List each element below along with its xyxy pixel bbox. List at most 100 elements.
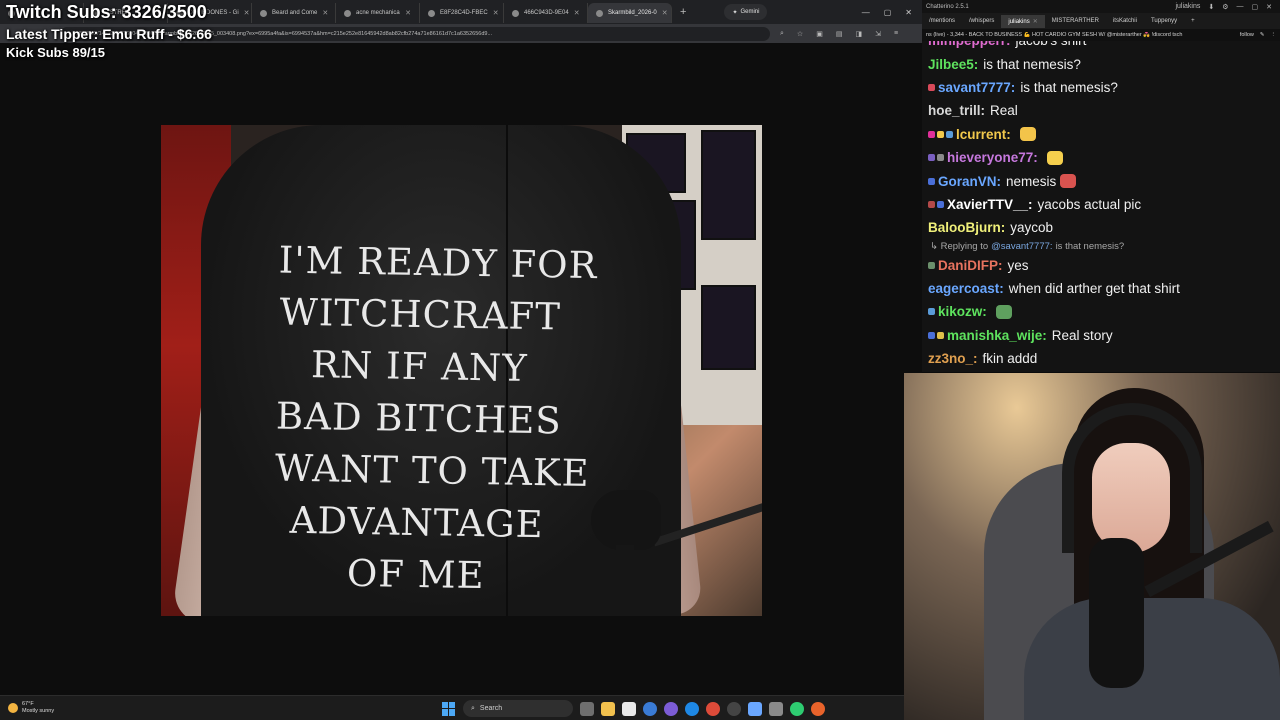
add-tab-button[interactable]: +: [1184, 15, 1202, 27]
badge-icon[interactable]: [928, 130, 935, 138]
chat-message[interactable]: hoe_trill: Real: [928, 99, 1280, 122]
windows-start-icon[interactable]: [442, 701, 456, 716]
settings-icon[interactable]: [769, 701, 783, 716]
emote-icon[interactable]: [1046, 150, 1063, 165]
close-tab-icon[interactable]: ✕: [244, 9, 250, 17]
more-options-icon[interactable]: ⋮: [1271, 32, 1277, 38]
chat-tab-whispers[interactable]: /whispers: [962, 15, 1001, 27]
badge-icon[interactable]: [937, 331, 944, 339]
chat-message[interactable]: kikozw:: [928, 300, 1280, 323]
close-tab-icon[interactable]: ✕: [574, 9, 580, 17]
chat-message[interactable]: zz3no_: fkin addd: [928, 347, 1280, 370]
reading-list-icon[interactable]: ▤: [836, 30, 843, 38]
task-view-icon[interactable]: [580, 701, 594, 716]
chat-username[interactable]: hoe_trill:: [928, 103, 985, 118]
download-icon[interactable]: ⬇: [1208, 3, 1214, 11]
discord-icon[interactable]: [664, 701, 678, 716]
new-tab-button[interactable]: +: [672, 6, 694, 18]
chat-message[interactable]: XavierTTV__: yacobs actual pic: [928, 193, 1280, 216]
emote-icon[interactable]: [995, 304, 1012, 319]
chrome-icon[interactable]: [706, 701, 720, 716]
chat-tab-juliakins[interactable]: juliakins ✕: [1001, 14, 1045, 28]
gemini-button[interactable]: ✦ Gemini: [724, 4, 768, 20]
chat-username[interactable]: lcurrent:: [956, 127, 1011, 142]
extension-icon[interactable]: ▣: [816, 30, 823, 38]
chat-username[interactable]: BalooBjurn:: [928, 220, 1005, 235]
browser-tab-active[interactable]: Skarmbild_2026-0 ✕: [588, 3, 672, 23]
chat-username[interactable]: GoranVN:: [938, 174, 1001, 189]
weather-widget[interactable]: 67°F Mostly sunny: [0, 701, 54, 715]
chat-message[interactable]: hieveryone77:: [928, 146, 1280, 169]
badge-icon[interactable]: [928, 83, 935, 91]
badge-icon[interactable]: [937, 154, 944, 162]
chat-message[interactable]: GoranVN: nemesis: [928, 169, 1280, 192]
browser-tab[interactable]: 466C943D-9E04 ✕: [504, 3, 588, 23]
zoom-icon[interactable]: ⌕: [780, 30, 784, 38]
chat-username[interactable]: kikozw:: [938, 304, 987, 319]
file-explorer-icon[interactable]: [601, 701, 615, 716]
chat-tab-misterarther[interactable]: MISTERARTHER: [1045, 15, 1106, 27]
emote-icon[interactable]: [1060, 174, 1077, 189]
close-button[interactable]: ✕: [1266, 3, 1272, 11]
chat-message[interactable]: manishka_wije: Real story: [928, 324, 1280, 347]
chat-tab-itskatchii[interactable]: itsKatchii: [1106, 15, 1144, 27]
browser-icon[interactable]: [685, 701, 699, 716]
badge-icon[interactable]: [928, 200, 935, 208]
chat-username[interactable]: manishka_wije:: [947, 328, 1047, 343]
chat-username[interactable]: Jilbee5:: [928, 57, 978, 72]
spotify-icon[interactable]: [790, 701, 804, 716]
maximize-button[interactable]: ▢: [1252, 3, 1259, 11]
chat-username[interactable]: zz3no_:: [928, 351, 978, 366]
follow-button[interactable]: follow: [1240, 32, 1254, 38]
reply-context[interactable]: ↳ Replying to @savant7777: is that nemesis…: [928, 240, 1280, 254]
chat-message[interactable]: lcurrent:: [928, 123, 1280, 146]
chat-username[interactable]: minipepperr:: [928, 41, 1011, 48]
browser-tab[interactable]: acne mechanica ✕: [336, 3, 420, 23]
firefox-icon[interactable]: [811, 701, 825, 716]
edit-icon[interactable]: ✎: [1260, 32, 1265, 38]
close-tab-icon[interactable]: ✕: [1033, 19, 1038, 25]
settings-gear-icon[interactable]: ⚙: [1222, 3, 1228, 11]
chat-username[interactable]: DaniDIFP:: [938, 258, 1003, 273]
chat-message[interactable]: BalooBjurn: yaycob: [928, 216, 1280, 239]
badge-icon[interactable]: [928, 308, 935, 316]
badge-icon[interactable]: [937, 200, 944, 208]
minimize-button[interactable]: —: [1237, 3, 1244, 11]
menu-icon[interactable]: ≡: [894, 30, 898, 38]
badge-icon[interactable]: [946, 130, 953, 138]
download-icon[interactable]: ⇲: [875, 30, 881, 38]
chat-message[interactable]: Jilbee5: is that nemesis?: [928, 52, 1280, 75]
close-tab-icon[interactable]: ✕: [322, 9, 328, 17]
account-name[interactable]: juliakins: [1175, 3, 1200, 11]
minimize-button[interactable]: —: [862, 8, 870, 17]
taskbar-search[interactable]: ⌕ Search: [463, 700, 573, 717]
chat-tab-mentions[interactable]: /mentions: [922, 15, 962, 27]
badge-icon[interactable]: [937, 130, 944, 138]
edge-icon[interactable]: [643, 701, 657, 716]
maximize-button[interactable]: ▢: [884, 8, 892, 17]
obs-icon[interactable]: [727, 701, 741, 716]
badge-icon[interactable]: [928, 331, 935, 339]
browser-tab[interactable]: Beard and Come ✕: [252, 3, 336, 23]
chat-message[interactable]: minipepperr: jacob's shirt: [928, 41, 1280, 52]
close-window-button[interactable]: ✕: [905, 8, 912, 17]
badge-icon[interactable]: [928, 261, 935, 269]
app-icon[interactable]: [748, 701, 762, 716]
chat-tab-tuppenyy[interactable]: Tuppenyy: [1144, 15, 1184, 27]
chat-username[interactable]: hieveryone77:: [947, 150, 1038, 165]
bookmark-icon[interactable]: ☆: [797, 30, 803, 38]
chat-username[interactable]: XavierTTV__:: [947, 197, 1033, 212]
browser-tab[interactable]: E8F28C4D-FBEC ✕: [420, 3, 504, 23]
reply-mention[interactable]: @savant7777:: [991, 241, 1052, 252]
emote-icon[interactable]: [1019, 127, 1036, 142]
close-tab-icon[interactable]: ✕: [493, 9, 499, 17]
chat-username[interactable]: eagercoast:: [928, 281, 1004, 296]
chat-message[interactable]: eagercoast: when did arther get that shir…: [928, 277, 1280, 300]
badge-icon[interactable]: [928, 154, 935, 162]
split-view-icon[interactable]: ◨: [855, 30, 862, 38]
close-tab-icon[interactable]: ✕: [405, 9, 411, 17]
notepad-icon[interactable]: [622, 701, 636, 716]
badge-icon[interactable]: [928, 177, 935, 185]
chat-message[interactable]: savant7777: is that nemesis?: [928, 76, 1280, 99]
close-tab-icon[interactable]: ✕: [662, 9, 668, 17]
